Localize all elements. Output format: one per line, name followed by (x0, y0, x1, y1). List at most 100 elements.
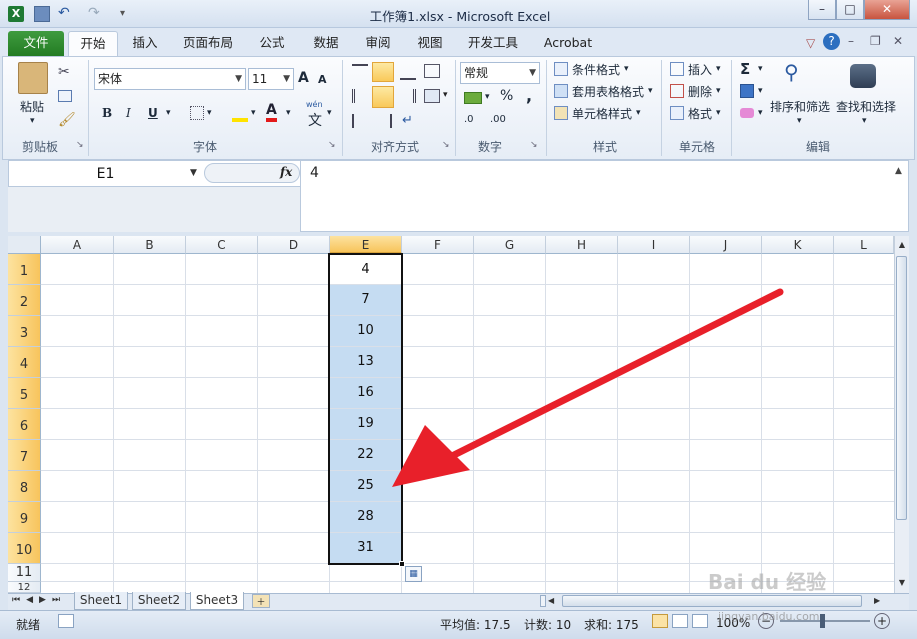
pinyin-guide-icon[interactable]: 文 (308, 110, 322, 130)
comma-button[interactable]: , (526, 86, 532, 105)
align-bottom-icon[interactable] (400, 64, 416, 80)
insert-sheet-icon[interactable]: ＋ (252, 594, 270, 608)
clipboard-launcher-icon[interactable]: ↘ (76, 140, 84, 150)
column-header-c[interactable]: C (186, 236, 258, 254)
row-header-3[interactable]: 3 (8, 316, 41, 347)
column-header-k[interactable]: K (762, 236, 834, 254)
scroll-down-icon[interactable]: ▼ (896, 578, 908, 590)
formula-input[interactable]: 4 (310, 165, 319, 181)
scroll-up-icon[interactable]: ▲ (896, 240, 908, 252)
zoom-in-icon[interactable]: + (874, 613, 890, 629)
format-dropdown-icon[interactable]: ▾ (716, 108, 721, 118)
copy-icon[interactable] (58, 90, 72, 102)
pinyin-guide-label[interactable]: wén (306, 100, 323, 109)
font-name-combo[interactable]: 宋体 ▼ (94, 68, 246, 90)
conditional-format-dropdown-icon[interactable]: ▾ (624, 64, 629, 74)
fill-color-icon[interactable] (232, 104, 248, 122)
underline-dropdown-icon[interactable]: ▾ (166, 108, 171, 118)
sheet-tab-sheet3[interactable]: Sheet3 (190, 592, 244, 610)
format-painter-icon[interactable]: 🖌 (58, 112, 76, 128)
formula-input-area[interactable] (300, 160, 909, 232)
ribbon-minimize-icon[interactable]: ▽ (806, 36, 815, 50)
merge-dropdown-icon[interactable]: ▾ (443, 90, 448, 100)
autosum-icon[interactable]: Σ (740, 60, 750, 78)
scroll-right-icon[interactable]: ▶ (874, 596, 880, 605)
decrease-decimal-button[interactable]: .00 (490, 114, 506, 125)
fill-color-dropdown-icon[interactable]: ▾ (251, 108, 256, 118)
tab-insert[interactable]: 插入 (124, 31, 166, 56)
column-header-e[interactable]: E (330, 236, 402, 254)
close-button[interactable]: ✕ (864, 0, 910, 20)
autosum-dropdown-icon[interactable]: ▾ (758, 64, 763, 74)
cut-icon[interactable]: ✂ (58, 64, 70, 80)
scroll-left-icon[interactable]: ◀ (548, 596, 554, 605)
percent-button[interactable]: % (500, 88, 513, 104)
tab-page-layout[interactable]: 页面布局 (176, 31, 240, 56)
bold-button[interactable]: B (102, 106, 112, 120)
clear-dropdown-icon[interactable]: ▾ (758, 108, 763, 118)
redo-icon[interactable]: ↷ (88, 6, 104, 22)
sheet-nav-icons[interactable]: ⏮◀▶⏭ (12, 595, 66, 605)
maximize-button[interactable]: □ (836, 0, 864, 20)
clear-icon[interactable] (740, 108, 754, 118)
macro-record-icon[interactable] (58, 614, 74, 628)
conditional-format-button[interactable]: 条件格式 (572, 61, 620, 78)
underline-button[interactable]: U (148, 106, 158, 120)
sort-filter-button[interactable]: 排序和筛选 (770, 98, 830, 115)
align-middle-icon[interactable] (372, 62, 394, 82)
pinyin-dropdown-icon[interactable]: ▾ (327, 108, 332, 118)
auto-fill-options-icon[interactable]: ▦ (405, 566, 422, 582)
currency-icon[interactable] (464, 92, 482, 104)
align-right-icon[interactable] (400, 89, 416, 103)
customize-qat-icon[interactable]: ▾ (120, 6, 136, 22)
paste-button[interactable]: 粘贴 (20, 98, 44, 115)
orientation-icon[interactable] (424, 64, 440, 78)
column-header-a[interactable]: A (41, 236, 114, 254)
tab-developer[interactable]: 开发工具 (460, 31, 526, 56)
expand-formula-bar-icon[interactable]: ▲ (895, 166, 902, 176)
select-all-corner[interactable] (8, 236, 41, 254)
shrink-font-icon[interactable]: A (318, 73, 327, 86)
row-header-6[interactable]: 6 (8, 409, 41, 440)
sort-filter-icon[interactable]: ⚲ (784, 60, 799, 84)
column-header-g[interactable]: G (474, 236, 546, 254)
column-header-i[interactable]: I (618, 236, 690, 254)
sheet-tab-sheet2[interactable]: Sheet2 (132, 592, 186, 610)
grow-font-icon[interactable]: A (298, 70, 309, 86)
doc-close-icon[interactable]: ✕ (893, 34, 903, 48)
column-header-b[interactable]: B (114, 236, 186, 254)
align-center-icon[interactable] (372, 86, 394, 108)
tab-view[interactable]: 视图 (408, 31, 452, 56)
row-header-5[interactable]: 5 (8, 378, 41, 409)
tab-review[interactable]: 审阅 (356, 31, 400, 56)
row-header-7[interactable]: 7 (8, 440, 41, 471)
vertical-scroll-thumb[interactable] (896, 256, 907, 520)
border-icon[interactable] (190, 106, 204, 120)
name-box[interactable]: E1 (8, 162, 203, 186)
font-size-combo[interactable]: 11 ▼ (248, 68, 294, 90)
row-header-8[interactable]: 8 (8, 471, 41, 502)
page-break-view-icon[interactable] (692, 614, 708, 628)
horizontal-scroll-thumb[interactable] (562, 595, 862, 607)
format-as-table-button[interactable]: 套用表格格式 (572, 83, 644, 100)
insert-cells-button[interactable]: 插入 (688, 61, 712, 78)
column-header-d[interactable]: D (258, 236, 330, 254)
font-launcher-icon[interactable]: ↘ (328, 140, 336, 150)
row-header-11[interactable]: 11 (8, 564, 41, 582)
insert-function-button[interactable]: fx (280, 165, 292, 179)
tab-data[interactable]: 数据 (304, 31, 348, 56)
currency-dropdown-icon[interactable]: ▾ (485, 92, 490, 102)
increase-decimal-button[interactable]: .0 (464, 114, 474, 125)
format-as-table-dropdown-icon[interactable]: ▾ (648, 86, 653, 96)
cell-styles-dropdown-icon[interactable]: ▾ (636, 108, 641, 118)
tab-split-handle[interactable] (540, 595, 546, 607)
align-left-icon[interactable] (352, 89, 368, 103)
column-header-j[interactable]: J (690, 236, 762, 254)
wrap-text-icon[interactable]: ↵ (402, 113, 418, 128)
find-select-button[interactable]: 查找和选择 (836, 98, 896, 115)
column-header-l[interactable]: L (834, 236, 894, 254)
paste-dropdown-icon[interactable]: ▾ (30, 116, 35, 126)
row-header-9[interactable]: 9 (8, 502, 41, 533)
row-header-4[interactable]: 4 (8, 347, 41, 378)
format-cells-button[interactable]: 格式 (688, 105, 712, 122)
